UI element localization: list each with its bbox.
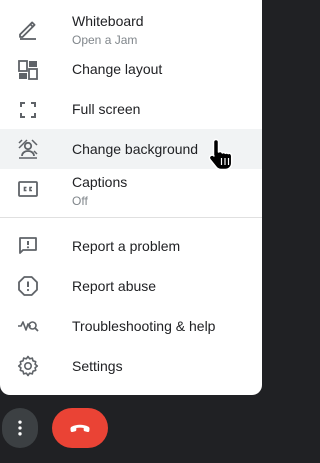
menu-item-full-screen[interactable]: Full screen — [0, 90, 262, 130]
hangup-icon — [70, 424, 90, 433]
menu-item-report-problem[interactable]: Report a problem — [0, 226, 262, 266]
layout-icon — [16, 58, 40, 82]
menu-item-captions[interactable]: Captions Off — [0, 169, 262, 217]
menu-item-label: Report a problem — [72, 238, 181, 254]
troubleshoot-icon — [16, 314, 40, 338]
menu-item-sublabel: Off — [72, 194, 88, 208]
menu-item-change-layout[interactable]: Change layout — [0, 50, 262, 90]
captions-icon — [16, 177, 40, 201]
menu-item-label: Change background — [72, 141, 199, 157]
pencil-icon — [16, 17, 40, 41]
menu-item-troubleshooting[interactable]: Troubleshooting & help — [0, 306, 262, 346]
menu-item-label: Whiteboard — [72, 13, 144, 29]
report-icon — [16, 274, 40, 298]
menu-item-label: Troubleshooting & help — [72, 318, 216, 334]
menu-item-label: Full screen — [72, 101, 141, 117]
menu-item-label: Report abuse — [72, 278, 157, 294]
menu-item-report-abuse[interactable]: Report abuse — [0, 266, 262, 306]
more-options-button[interactable] — [2, 408, 38, 448]
more-vert-icon — [18, 420, 22, 436]
call-controls-bar — [0, 395, 262, 463]
menu-item-settings[interactable]: Settings — [0, 346, 262, 386]
menu-item-label: Captions — [72, 174, 128, 190]
fullscreen-icon — [16, 98, 40, 122]
menu-divider — [0, 217, 262, 218]
menu-item-sublabel: Open a Jam — [72, 33, 138, 47]
feedback-icon — [16, 234, 40, 258]
leave-call-button[interactable] — [52, 408, 108, 448]
background-effects-icon — [16, 137, 40, 161]
gear-icon — [16, 354, 40, 378]
menu-item-label: Settings — [72, 358, 123, 374]
more-options-menu: Whiteboard Open a Jam Change layout Full… — [0, 0, 262, 395]
hand-cursor-icon — [208, 138, 233, 171]
menu-item-label: Change layout — [72, 61, 163, 77]
